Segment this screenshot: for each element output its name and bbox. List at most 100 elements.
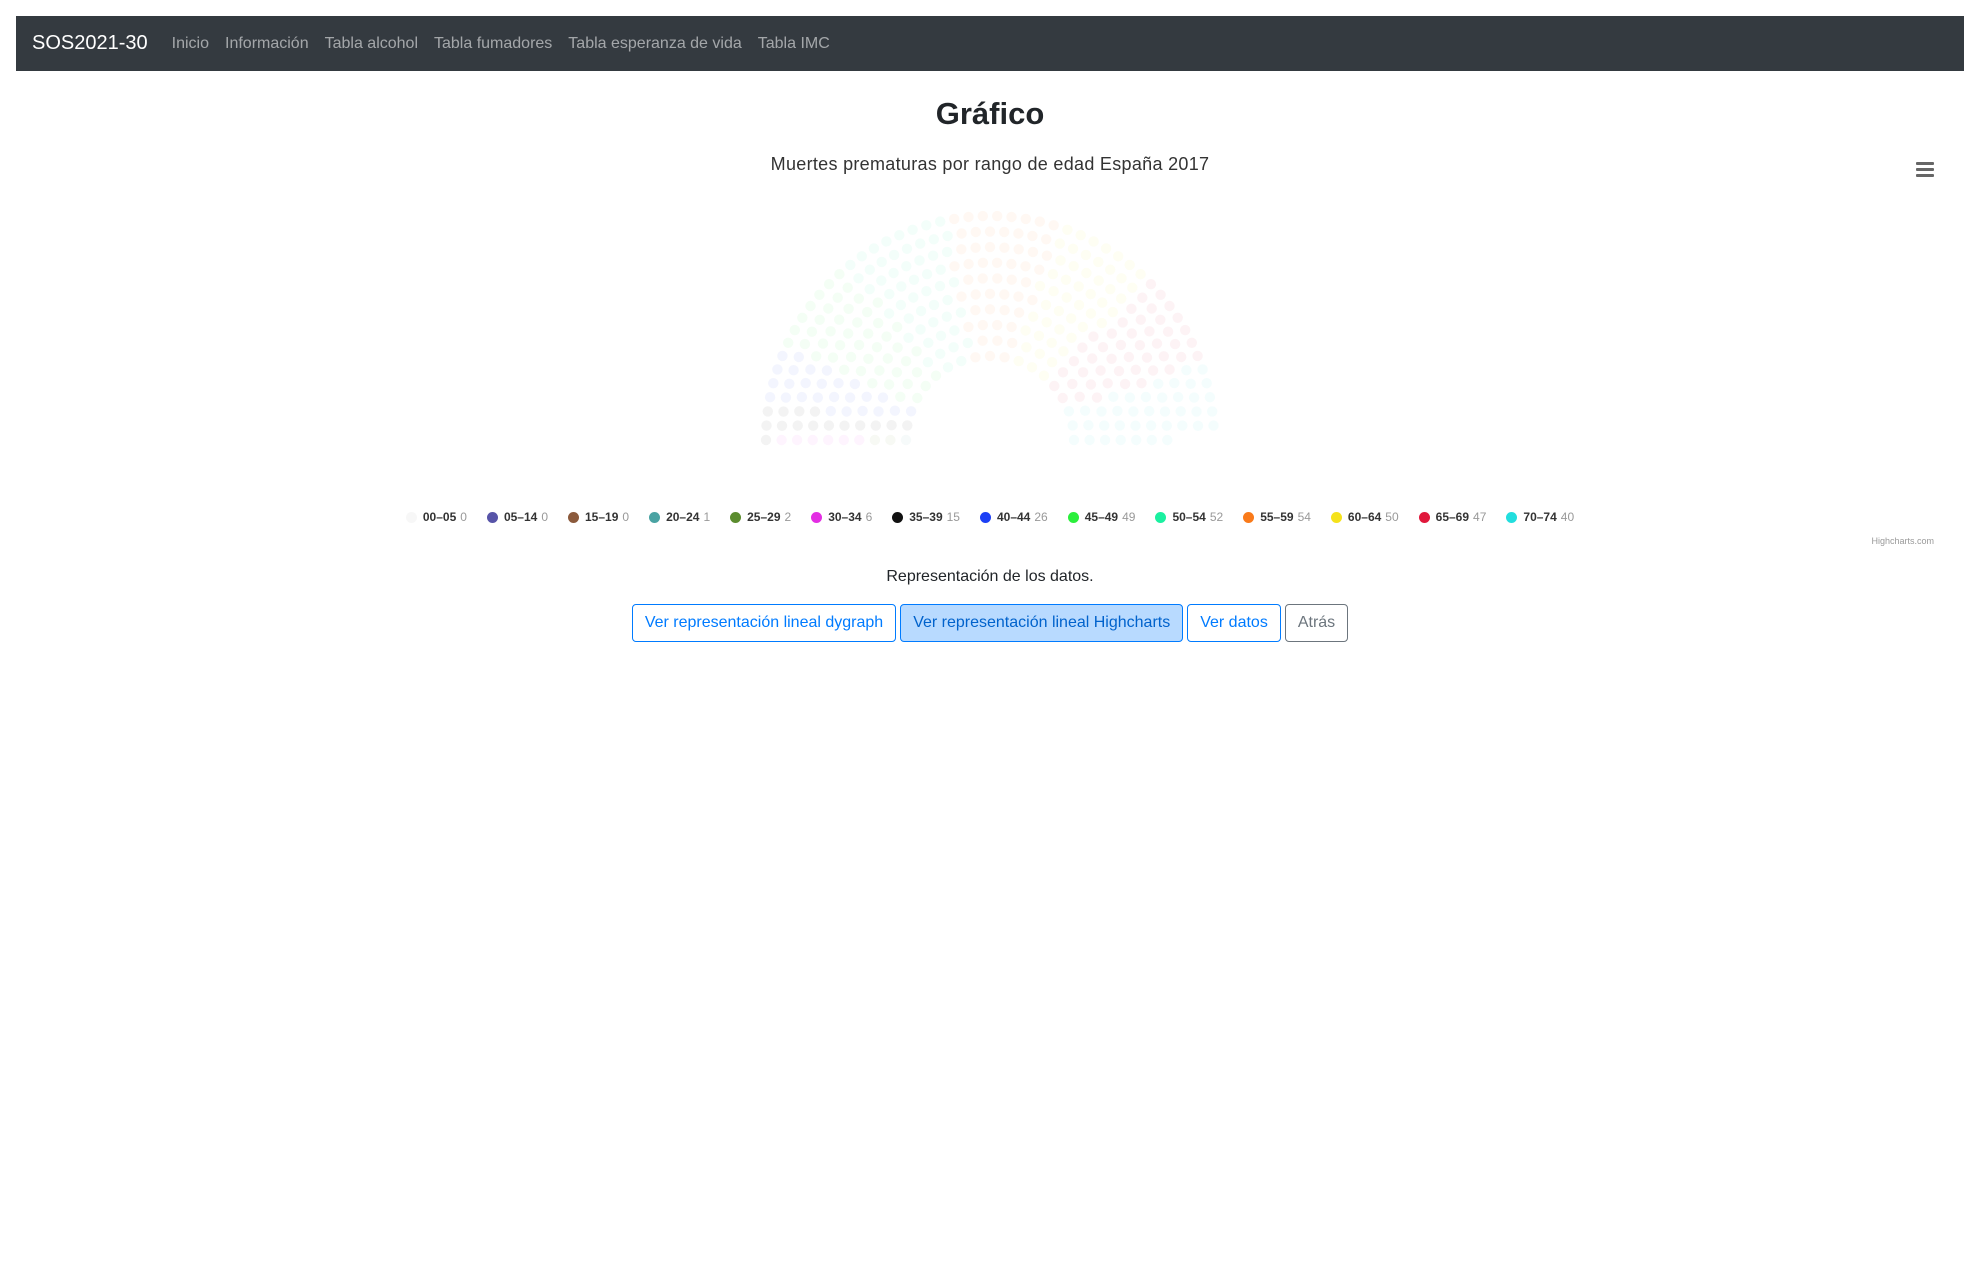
- seat-point-55-59: [992, 273, 1003, 284]
- seat-point-55-59: [1041, 234, 1052, 245]
- seat-point-55-59: [956, 244, 967, 255]
- seat-point-30-34: [854, 434, 865, 446]
- nav-link-tabla-imc[interactable]: Tabla IMC: [758, 35, 830, 53]
- seat-point-55-59: [977, 273, 988, 284]
- seat-point-25-29: [885, 434, 896, 446]
- legend-symbol: [730, 511, 742, 523]
- seat-point-45-49: [863, 328, 874, 339]
- seat-point-40-44: [805, 364, 816, 375]
- seat-point-50-54: [845, 259, 856, 271]
- legend-item-20-24[interactable]: 20–24 1: [649, 510, 710, 524]
- legend-value: 2: [784, 510, 792, 524]
- nav-link-tabla-alcohol[interactable]: Tabla alcohol: [325, 35, 418, 53]
- legend-item-65-69[interactable]: 65–69 47: [1418, 510, 1486, 524]
- legend-item-60-64[interactable]: 60–64 50: [1330, 510, 1399, 524]
- legend-item-25-29[interactable]: 25–29 2: [730, 510, 791, 524]
- seat-point-60-64: [1046, 357, 1058, 368]
- legend-item-05-14[interactable]: 05–14 0: [486, 510, 548, 524]
- ver-datos-button[interactable]: Ver datos: [1187, 604, 1281, 642]
- seat-point-40-44: [828, 391, 840, 403]
- seat-point-55-59: [999, 242, 1010, 253]
- seat-point-65-69: [1106, 328, 1118, 339]
- legend-label: 50–54: [1172, 510, 1206, 524]
- atras-button[interactable]: Atrás: [1284, 604, 1349, 642]
- seat-point-60-64: [1034, 348, 1045, 359]
- seat-point-55-59: [1006, 274, 1017, 285]
- highcharts-button[interactable]: Ver representación lineal Highcharts: [900, 604, 1184, 642]
- seat-point-55-59: [1013, 228, 1024, 239]
- dygraph-button[interactable]: Ver representación lineal dygraph: [631, 604, 897, 642]
- seat-point-55-59: [984, 226, 996, 237]
- seat-point-50-54: [884, 288, 895, 300]
- hamburger-menu-icon[interactable]: [1916, 162, 1934, 178]
- seat-point-55-59: [956, 228, 967, 239]
- seat-point-45-49: [895, 391, 906, 402]
- legend-symbol: [1330, 511, 1342, 523]
- seat-point-55-59: [1027, 230, 1038, 242]
- chart-credits[interactable]: Highcharts.com: [1871, 536, 1934, 546]
- seat-point-70-74: [1207, 406, 1218, 417]
- seat-point-55-59: [970, 289, 981, 300]
- legend-item-70-74[interactable]: 70–74 40: [1506, 510, 1574, 524]
- legend-item-55-59[interactable]: 55–59 54: [1243, 510, 1311, 524]
- seat-point-50-54: [895, 299, 907, 311]
- seat-point-70-74: [1108, 391, 1119, 402]
- legend-symbol: [892, 511, 904, 523]
- seat-point-40-44: [844, 392, 856, 403]
- nav-link-tabla-esperanza-de-vida[interactable]: Tabla esperanza de vida: [568, 35, 741, 53]
- seat-point-50-54: [883, 308, 895, 319]
- seat-point-70-74: [1099, 420, 1110, 431]
- seat-point-70-74: [1181, 365, 1192, 376]
- seat-point-45-49: [783, 337, 794, 348]
- seat-point-50-54: [942, 362, 954, 373]
- seat-point-70-74: [1185, 378, 1196, 389]
- nav-link-informacion[interactable]: Información: [225, 35, 309, 53]
- seat-point-40-44: [793, 351, 804, 363]
- legend-label: 20–24: [666, 510, 700, 524]
- seat-point-40-44: [833, 378, 844, 389]
- seat-point-60-64: [1041, 317, 1052, 328]
- seat-point-40-44: [905, 406, 917, 417]
- seat-point-50-54: [901, 261, 912, 272]
- legend-item-45-49[interactable]: 45–49 49: [1067, 510, 1135, 524]
- legend-symbol: [1418, 511, 1430, 523]
- seat-point-35-39: [870, 420, 881, 431]
- seat-point-60-64: [1075, 230, 1086, 241]
- legend-item-15-19[interactable]: 15–19 0: [568, 510, 629, 524]
- seat-point-65-69: [1130, 364, 1142, 375]
- seat-point-50-54: [864, 284, 875, 295]
- seat-point-45-49: [873, 317, 884, 329]
- legend-item-00-05[interactable]: 00–05 0: [405, 510, 467, 524]
- legend-item-50-54[interactable]: 50–54 52: [1155, 510, 1223, 524]
- seat-point-65-69: [1137, 292, 1148, 303]
- seat-point-60-64: [1097, 297, 1108, 308]
- seat-point-50-54: [935, 216, 946, 227]
- legend-label: 00–05: [422, 510, 457, 524]
- seat-point-55-59: [949, 213, 960, 225]
- seat-point-55-59: [999, 226, 1010, 238]
- seat-point-35-39: [823, 420, 835, 431]
- seat-point-55-59: [956, 291, 967, 302]
- seat-point-65-69: [1145, 279, 1157, 290]
- navbar-brand[interactable]: SOS2021-30: [32, 32, 148, 55]
- seat-point-45-49: [892, 342, 903, 353]
- seat-point-45-49: [817, 338, 829, 349]
- seat-point-55-59: [1006, 321, 1017, 333]
- seat-point-45-49: [814, 289, 825, 300]
- nav-link-inicio[interactable]: Inicio: [172, 35, 209, 53]
- legend-value: 52: [1209, 510, 1224, 524]
- seat-point-45-49: [863, 353, 874, 364]
- seat-point-55-59: [1013, 244, 1024, 255]
- legend-item-30-34[interactable]: 30–34 6: [811, 510, 872, 524]
- seat-point-70-74: [1177, 420, 1188, 431]
- legend-item-35-39[interactable]: 35–39 15: [892, 510, 960, 524]
- seat-point-55-59: [963, 321, 974, 333]
- legend-value: 1: [703, 510, 711, 524]
- seat-point-45-49: [811, 351, 822, 362]
- seat-point-55-59: [970, 226, 981, 238]
- legend-item-40-44[interactable]: 40–44 26: [979, 510, 1048, 524]
- nav-link-tabla-fumadores[interactable]: Tabla fumadores: [434, 35, 552, 53]
- seat-point-40-44: [772, 364, 783, 375]
- seat-point-20-24: [900, 434, 912, 446]
- seat-point-65-69: [1067, 378, 1078, 390]
